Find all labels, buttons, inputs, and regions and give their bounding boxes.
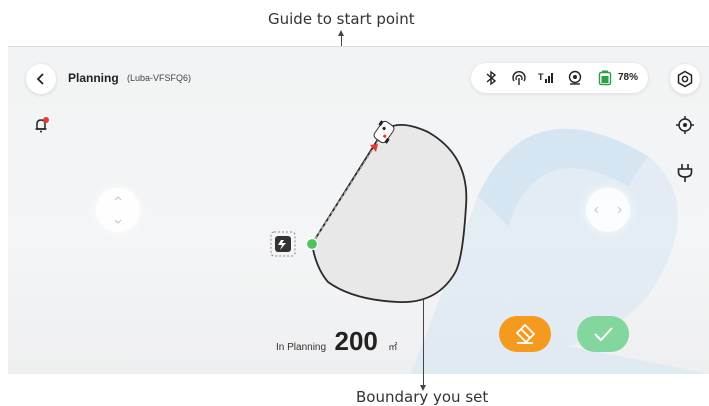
alert-button[interactable]	[26, 110, 56, 140]
settings-icon	[677, 70, 693, 88]
boundary-area	[311, 124, 468, 303]
cellular-signal-icon: T	[538, 72, 553, 83]
target-icon	[676, 116, 694, 134]
direction-chevrons-icon	[594, 206, 622, 214]
gps-icon	[568, 70, 582, 85]
page-title: Planning	[68, 71, 119, 85]
charging-station-button[interactable]	[670, 158, 700, 188]
boundary-annotation: Boundary you set	[356, 388, 489, 406]
check-icon	[594, 327, 613, 342]
status-bar: T 78%	[471, 63, 648, 93]
confirm-button[interactable]	[577, 316, 629, 352]
battery-icon	[598, 70, 612, 86]
back-icon	[36, 73, 44, 85]
screen-top-border	[8, 46, 709, 47]
eraser-button[interactable]	[499, 316, 551, 352]
settings-button[interactable]	[670, 64, 700, 94]
direction-chevrons-icon	[114, 196, 122, 224]
bluetooth-icon	[486, 70, 497, 86]
plug-icon	[677, 164, 693, 182]
battery-percentage: 78%	[618, 72, 639, 83]
locate-button[interactable]	[670, 110, 700, 140]
charging-dock-icon	[270, 231, 296, 257]
eraser-icon	[515, 323, 536, 344]
back-button[interactable]	[26, 64, 56, 94]
area-value: 200	[334, 326, 378, 356]
app-screen: Planning (Luba-VFSFQ6) T 78% In Planning…	[8, 46, 709, 374]
alert-bell-icon	[35, 117, 49, 133]
start-point	[305, 237, 319, 251]
area-unit: ㎡	[388, 342, 398, 352]
boundary-arrow-line	[423, 300, 424, 386]
joystick-right[interactable]	[586, 188, 630, 232]
svg-text:T: T	[538, 72, 544, 82]
wifi-icon	[512, 71, 526, 85]
area-label: In Planning	[276, 342, 327, 353]
device-name: (Luba-VFSFQ6)	[127, 73, 192, 83]
planning-area-readout: In Planning 200 ㎡	[276, 326, 397, 357]
joystick-left[interactable]	[96, 188, 140, 232]
guide-annotation: Guide to start point	[268, 10, 415, 28]
